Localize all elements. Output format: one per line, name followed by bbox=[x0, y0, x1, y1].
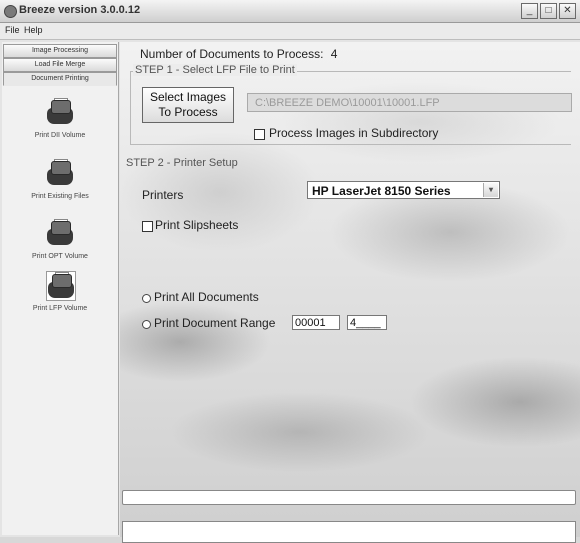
printer-icon bbox=[46, 219, 74, 247]
tool-print-dii-volume[interactable]: Print DII Volume bbox=[2, 98, 118, 158]
title-bar[interactable]: Breeze version 3.0.0.12 _ □ ✕ bbox=[0, 0, 580, 23]
log-box bbox=[122, 521, 576, 543]
tool-label: Print OPT Volume bbox=[32, 253, 88, 260]
doc-count: Number of Documents to Process: 4 bbox=[140, 47, 337, 61]
subdirectory-checkbox[interactable] bbox=[254, 129, 265, 140]
menu-bar: File Help bbox=[0, 23, 580, 40]
printer-icon bbox=[46, 271, 76, 301]
doc-count-label: Number of Documents to Process: bbox=[140, 47, 324, 61]
printer-select[interactable]: HP LaserJet 8150 Series ▾ bbox=[307, 181, 500, 199]
window-controls: _ □ ✕ bbox=[521, 3, 576, 19]
select-images-button[interactable]: Select Images To Process bbox=[142, 87, 234, 123]
sidebar: Image Processing Load File Merge Documen… bbox=[2, 42, 119, 535]
app-window: Breeze version 3.0.0.12 _ □ ✕ File Help … bbox=[0, 0, 580, 543]
nav-document-printing[interactable]: Document Printing bbox=[3, 72, 117, 86]
print-all-radio[interactable] bbox=[142, 294, 151, 303]
range-start-input[interactable]: 00001 bbox=[292, 315, 340, 330]
close-button[interactable]: ✕ bbox=[559, 3, 576, 19]
print-range-label: Print Document Range bbox=[154, 316, 276, 330]
progress-bar bbox=[122, 490, 576, 505]
maximize-button[interactable]: □ bbox=[540, 3, 557, 19]
range-end-input[interactable]: 4____ bbox=[347, 315, 387, 330]
step1-title: STEP 1 - Select LFP File to Print bbox=[133, 64, 297, 76]
nav-image-processing[interactable]: Image Processing bbox=[3, 44, 117, 58]
print-range-radio[interactable] bbox=[142, 320, 151, 329]
tool-print-lfp-volume[interactable]: Print LFP Volume bbox=[2, 271, 118, 331]
main-panel: Number of Documents to Process: 4 STEP 1… bbox=[120, 42, 580, 537]
printers-label: Printers bbox=[142, 188, 184, 202]
chevron-down-icon[interactable]: ▾ bbox=[483, 183, 498, 197]
slipsheets-label: Print Slipsheets bbox=[155, 218, 239, 232]
printer-icon bbox=[46, 98, 74, 126]
select-images-label-line1: Select Images bbox=[149, 90, 227, 104]
print-all-label: Print All Documents bbox=[154, 290, 259, 304]
tool-print-opt-volume[interactable]: Print OPT Volume bbox=[2, 219, 118, 279]
step2-title: STEP 2 - Printer Setup bbox=[126, 157, 238, 169]
window-title: Breeze version 3.0.0.12 bbox=[19, 4, 141, 16]
nav-load-file-merge[interactable]: Load File Merge bbox=[3, 58, 117, 72]
app-icon bbox=[4, 5, 17, 18]
subdirectory-label: Process Images in Subdirectory bbox=[269, 126, 439, 140]
printer-selected-value: HP LaserJet 8150 Series bbox=[312, 184, 451, 198]
menu-help[interactable]: Help bbox=[24, 25, 43, 35]
menu-file[interactable]: File bbox=[5, 25, 20, 35]
printer-icon bbox=[46, 159, 74, 187]
tool-label: Print Existing Files bbox=[31, 193, 89, 200]
tool-label: Print LFP Volume bbox=[32, 305, 88, 312]
tool-label: Print DII Volume bbox=[34, 132, 86, 139]
lfp-path-field[interactable]: C:\BREEZE DEMO\10001\10001.LFP bbox=[247, 93, 572, 112]
slipsheets-checkbox[interactable] bbox=[142, 221, 153, 232]
tool-print-existing-files[interactable]: Print Existing Files bbox=[2, 159, 118, 219]
doc-count-value: 4 bbox=[330, 47, 338, 61]
select-images-label-line2: To Process bbox=[158, 105, 218, 119]
minimize-button[interactable]: _ bbox=[521, 3, 538, 19]
